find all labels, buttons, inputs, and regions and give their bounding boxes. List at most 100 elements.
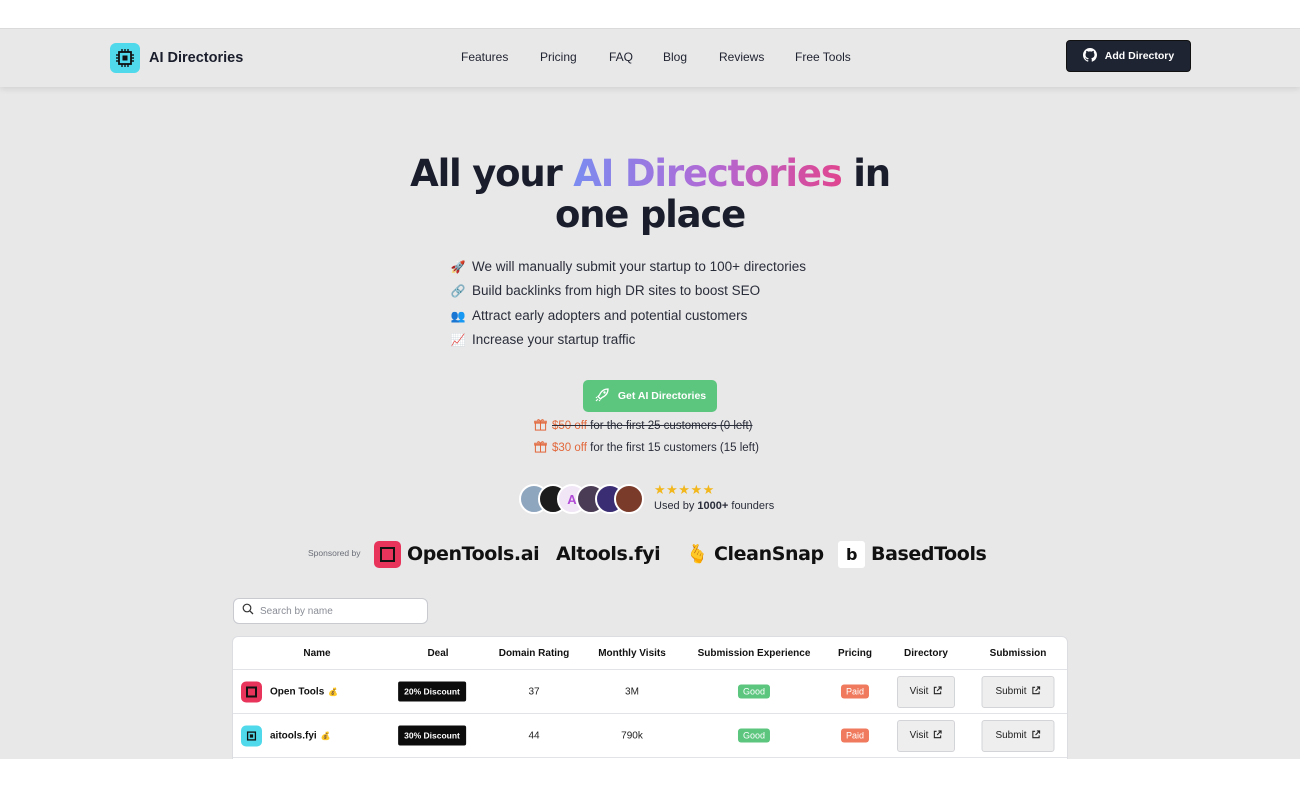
nav-link-blog[interactable]: Blog — [663, 50, 687, 64]
add-directory-button[interactable]: Add Directory — [1066, 40, 1191, 72]
sponsor-cleansnap[interactable]: 🫰 CleanSnap — [686, 539, 824, 569]
col-monthly-visits[interactable]: Monthly Visits — [598, 648, 666, 659]
nav-link-features[interactable]: Features — [461, 50, 508, 64]
page: AI Directories Features Pricing FAQ Blog… — [0, 28, 1300, 759]
sponsor-basedtools[interactable]: b BasedTools — [838, 539, 987, 569]
row-experience: Good — [737, 728, 771, 742]
brand-logo[interactable]: AI Directories — [110, 43, 243, 73]
col-deal[interactable]: Deal — [427, 648, 448, 659]
directories-table: Name Deal Domain Rating Monthly Visits S… — [232, 636, 1068, 759]
submit-label: Submit — [995, 686, 1027, 697]
table-header: Name Deal Domain Rating Monthly Visits S… — [233, 637, 1067, 670]
sponsor-aitools[interactable]: Al tools.fyi — [556, 539, 661, 569]
add-directory-label: Add Directory — [1104, 50, 1175, 62]
visit-label: Visit — [909, 730, 929, 741]
deal-text-2: for the first 15 customers (15 left) — [590, 442, 759, 454]
visit-label: Visit — [909, 686, 929, 697]
used-count: 1000+ — [697, 500, 729, 512]
get-ai-directories-button[interactable]: Get AI Directories — [583, 380, 717, 412]
row-directory: Visit — [897, 719, 955, 752]
money-bag-icon: 💰 — [320, 731, 331, 740]
money-bag-icon: 💰 — [328, 687, 339, 696]
used-prefix: Used by — [654, 500, 698, 512]
deal-price-1: $50 off — [552, 420, 587, 432]
rocket-icon: 🚀 — [450, 260, 466, 274]
col-submission-experience[interactable]: Submission Experience — [698, 648, 811, 659]
page-bottom-strip — [0, 759, 1300, 788]
hero-title-line1: All your AI Directories in — [0, 153, 1300, 195]
bullet-item: 📈 Increase your startup traffic — [450, 328, 806, 352]
hero-title-part1: All your — [410, 152, 574, 195]
nav-link-free-tools[interactable]: Free Tools — [795, 50, 851, 64]
submit-button[interactable]: Submit — [981, 675, 1055, 708]
deal-line-1: $50 off for the first 25 customers (0 le… — [534, 418, 753, 434]
bullet-item: 🚀 We will manually submit your startup to… — [450, 255, 807, 279]
nav-link-reviews[interactable]: Reviews — [719, 50, 764, 64]
search-icon — [242, 602, 254, 620]
row-name: aitools.fyi 💰 — [241, 725, 331, 746]
submit-label: Submit — [995, 730, 1027, 741]
row-monthly-visits: 790k — [621, 730, 643, 741]
pricing-badge: Paid — [840, 684, 870, 698]
external-link-icon — [933, 685, 942, 698]
bullet-text: Increase your startup traffic — [472, 331, 636, 347]
basedtools-logo-icon: b — [838, 540, 865, 568]
visit-button[interactable]: Visit — [897, 719, 955, 752]
col-directory[interactable]: Directory — [904, 648, 948, 659]
rating-stars: ★★★★★ — [654, 482, 715, 497]
sponsored-by-label: Sponsored by — [308, 548, 361, 558]
row-monthly-visits: 3M — [625, 686, 639, 697]
people-icon: 👥 — [450, 308, 466, 323]
hero-title-line2: one place — [554, 193, 746, 236]
gift-icon — [534, 418, 547, 434]
col-name[interactable]: Name — [303, 648, 330, 659]
link-icon: 🔗 — [450, 284, 466, 299]
used-suffix: founders — [728, 500, 775, 512]
nav-link-faq[interactable]: FAQ — [609, 50, 633, 64]
opentools-logo-icon — [374, 540, 401, 568]
submit-button[interactable]: Submit — [981, 719, 1055, 752]
chip-icon — [241, 725, 262, 746]
chart-up-icon: 📈 — [450, 332, 466, 347]
bullet-text: We will manually submit your startup to … — [472, 259, 807, 274]
col-domain-rating[interactable]: Domain Rating — [499, 648, 570, 659]
nav-link-pricing[interactable]: Pricing — [540, 50, 577, 64]
deal-text-1: for the first 25 customers (0 left) — [590, 420, 753, 432]
row-domain-rating: 37 — [528, 686, 540, 697]
row-directory: Visit — [897, 675, 955, 708]
aitools-logo-icon: Al — [556, 543, 577, 565]
hero-title-part2: in — [841, 152, 891, 195]
col-submission[interactable]: Submission — [990, 648, 1047, 659]
sponsor-name: BasedTools — [871, 543, 987, 565]
deal-badge: 20% Discount — [398, 681, 466, 701]
hero-title-highlight: AI Directories — [573, 152, 843, 195]
directory-name: Open Tools — [270, 686, 325, 697]
row-domain-rating: 44 — [528, 730, 540, 741]
table-row: aitools.fyi 💰 30% Discount 44 790k Good … — [233, 714, 1067, 758]
opentools-logo-icon — [241, 681, 262, 702]
external-link-icon — [933, 729, 942, 742]
sponsor-opentools[interactable]: OpenTools.ai — [374, 539, 540, 569]
col-pricing[interactable]: Pricing — [838, 648, 872, 659]
row-submission: Submit — [981, 675, 1055, 708]
external-link-icon — [1032, 729, 1041, 742]
bullet-text: Attract early adopters and potential cus… — [472, 307, 748, 323]
row-pricing: Paid — [840, 684, 870, 698]
row-experience: Good — [737, 684, 771, 698]
avatar — [614, 484, 644, 514]
chip-icon — [110, 43, 140, 73]
bullet-item: 👥 Attract early adopters and potential cu… — [450, 304, 806, 328]
sponsor-name: OpenTools.ai — [407, 543, 540, 565]
deal-price-2: $30 off — [552, 442, 587, 454]
deal-badge: 30% Discount — [398, 725, 466, 745]
visit-button[interactable]: Visit — [897, 675, 955, 708]
row-name: Open Tools 💰 — [241, 681, 338, 702]
experience-badge: Good — [737, 728, 771, 742]
rocket-icon — [594, 387, 610, 406]
search-box — [233, 598, 428, 624]
sponsor-name: tools.fyi — [576, 543, 661, 565]
row-submission: Submit — [981, 719, 1055, 752]
pricing-badge: Paid — [840, 728, 870, 742]
search-input[interactable] — [260, 605, 410, 617]
deal-line-2: $30 off for the first 15 customers (15 l… — [534, 440, 759, 456]
